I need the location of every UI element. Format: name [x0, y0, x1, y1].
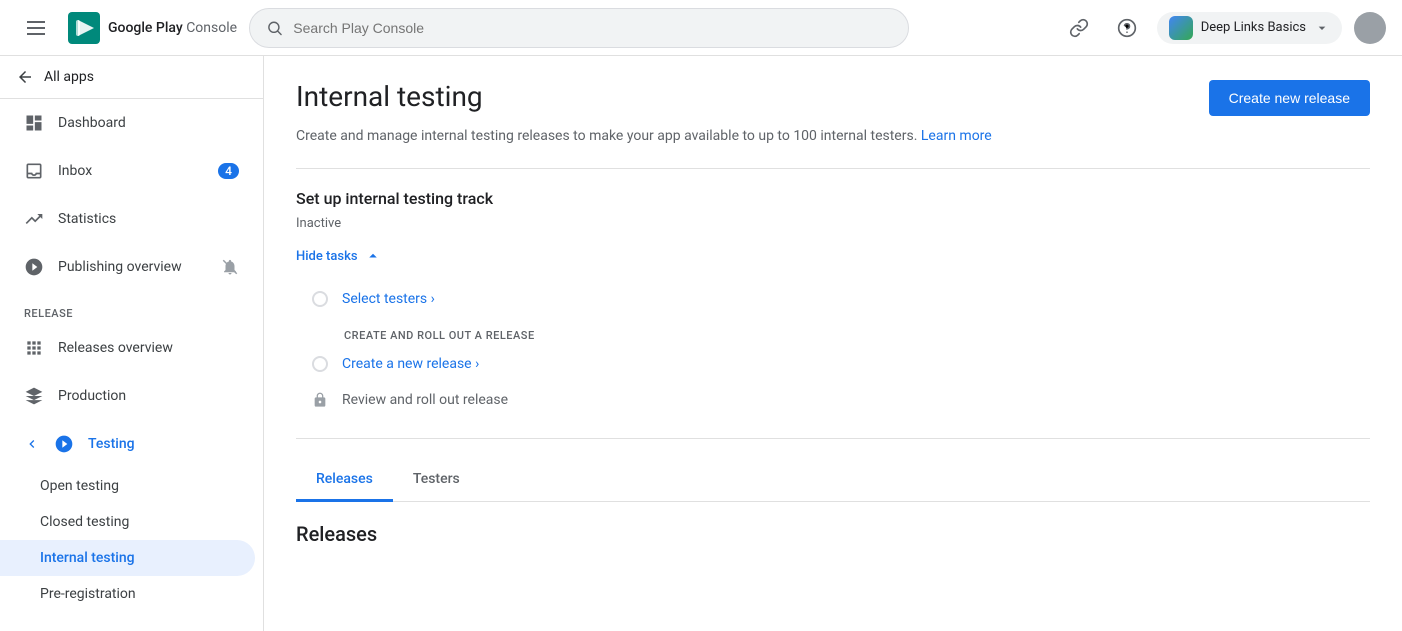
sidebar-item-production[interactable]: Production: [0, 372, 263, 420]
link-icon: [1069, 18, 1089, 38]
app-icon: [1169, 16, 1193, 40]
internal-testing-label: Internal testing: [40, 550, 135, 566]
dashboard-icon: [24, 113, 44, 133]
sidebar-item-releases-overview[interactable]: Releases overview: [0, 324, 263, 372]
chevron-up-icon: [364, 247, 382, 265]
page-description: Create and manage internal testing relea…: [296, 128, 1370, 144]
sidebar-subitem-closed-testing[interactable]: Closed testing: [0, 504, 263, 540]
back-arrow-icon: [16, 68, 34, 86]
page-title: Internal testing: [296, 80, 483, 113]
app-header: Google Play Console Deep Links Basics: [0, 0, 1402, 56]
all-apps-button[interactable]: All apps: [0, 56, 263, 99]
bell-off-icon: [221, 258, 239, 276]
publishing-icon: [24, 257, 44, 277]
all-apps-label: All apps: [44, 69, 94, 85]
status-inactive: Inactive: [296, 216, 1370, 231]
releases-section-title: Releases: [296, 522, 1370, 546]
tab-releases[interactable]: Releases: [296, 459, 393, 502]
create-release-task-link[interactable]: Create a new release ›: [342, 356, 479, 372]
sidebar-item-label-production: Production: [58, 388, 239, 404]
search-icon: [266, 19, 283, 37]
help-icon: [1117, 18, 1137, 38]
chevron-down-icon: [1314, 20, 1330, 36]
release-section-label: Release: [0, 291, 263, 324]
sidebar-item-label-releases-overview: Releases overview: [58, 340, 239, 356]
create-release-button[interactable]: Create new release: [1209, 80, 1370, 116]
learn-more-link[interactable]: Learn more: [921, 128, 992, 144]
select-testers-link[interactable]: Select testers ›: [342, 291, 435, 307]
closed-testing-label: Closed testing: [40, 514, 129, 530]
main-content: Internal testing Create new release Crea…: [264, 56, 1402, 631]
divider-1: [296, 168, 1370, 169]
lock-icon: [312, 392, 328, 408]
pre-registration-label: Pre-registration: [40, 586, 136, 602]
app-name: Deep Links Basics: [1201, 20, 1306, 35]
setup-section-title: Set up internal testing track: [296, 189, 1370, 208]
divider-2: [296, 438, 1370, 439]
task-item-review-rollout: Review and roll out release: [312, 382, 1370, 418]
sidebar-subitem-pre-registration[interactable]: Pre-registration: [0, 576, 263, 612]
hamburger-icon: [27, 21, 45, 35]
review-rollout-label: Review and roll out release: [342, 392, 508, 408]
sidebar: All apps Dashboard Inbox 4 Statistics: [0, 56, 264, 631]
production-icon: [24, 386, 44, 406]
create-rollout-label: CREATE AND ROLL OUT A RELEASE: [344, 329, 1370, 342]
sidebar-item-inbox[interactable]: Inbox 4: [0, 147, 263, 195]
releases-overview-icon: [24, 338, 44, 358]
chevron-left-icon: [24, 436, 40, 452]
app-selector[interactable]: Deep Links Basics: [1157, 12, 1342, 44]
content-tabs: Releases Testers: [296, 459, 1370, 502]
logo: Google Play Console: [68, 12, 237, 44]
open-testing-label: Open testing: [40, 478, 119, 494]
sidebar-item-label-testing: Testing: [88, 436, 239, 452]
search-input[interactable]: [293, 20, 892, 36]
page-header: Internal testing Create new release: [296, 80, 1370, 116]
header-right: Deep Links Basics: [1061, 10, 1386, 46]
testing-icon: [54, 434, 74, 454]
avatar[interactable]: [1354, 12, 1386, 44]
sidebar-item-label-inbox: Inbox: [58, 163, 204, 179]
link-icon-button[interactable]: [1061, 10, 1097, 46]
statistics-icon: [24, 209, 44, 229]
task-circle-select-testers: [312, 291, 328, 307]
logo-text: Google Play Console: [108, 20, 237, 36]
sidebar-subitem-internal-testing[interactable]: Internal testing: [0, 540, 255, 576]
sidebar-item-label-dashboard: Dashboard: [58, 115, 239, 131]
inbox-badge: 4: [218, 163, 239, 179]
sidebar-item-label-publishing: Publishing overview: [58, 259, 207, 275]
inbox-icon: [24, 161, 44, 181]
help-button[interactable]: [1109, 10, 1145, 46]
task-list: Select testers › CREATE AND ROLL OUT A R…: [312, 281, 1370, 418]
sidebar-item-publishing[interactable]: Publishing overview: [0, 243, 263, 291]
main-layout: All apps Dashboard Inbox 4 Statistics: [0, 56, 1402, 631]
sidebar-item-label-statistics: Statistics: [58, 211, 239, 227]
tab-testers[interactable]: Testers: [393, 459, 480, 502]
sidebar-subitem-open-testing[interactable]: Open testing: [0, 468, 263, 504]
hide-tasks-label: Hide tasks: [296, 249, 358, 264]
task-item-create-release: Create a new release ›: [312, 346, 1370, 382]
task-circle-create-release: [312, 356, 328, 372]
hide-tasks-toggle[interactable]: Hide tasks: [296, 247, 1370, 265]
search-bar[interactable]: [249, 8, 909, 48]
sidebar-item-statistics[interactable]: Statistics: [0, 195, 263, 243]
sidebar-item-testing[interactable]: Testing: [0, 420, 263, 468]
play-console-logo: [68, 12, 100, 44]
task-item-select-testers: Select testers ›: [312, 281, 1370, 317]
menu-button[interactable]: [16, 8, 56, 48]
sidebar-item-dashboard[interactable]: Dashboard: [0, 99, 263, 147]
